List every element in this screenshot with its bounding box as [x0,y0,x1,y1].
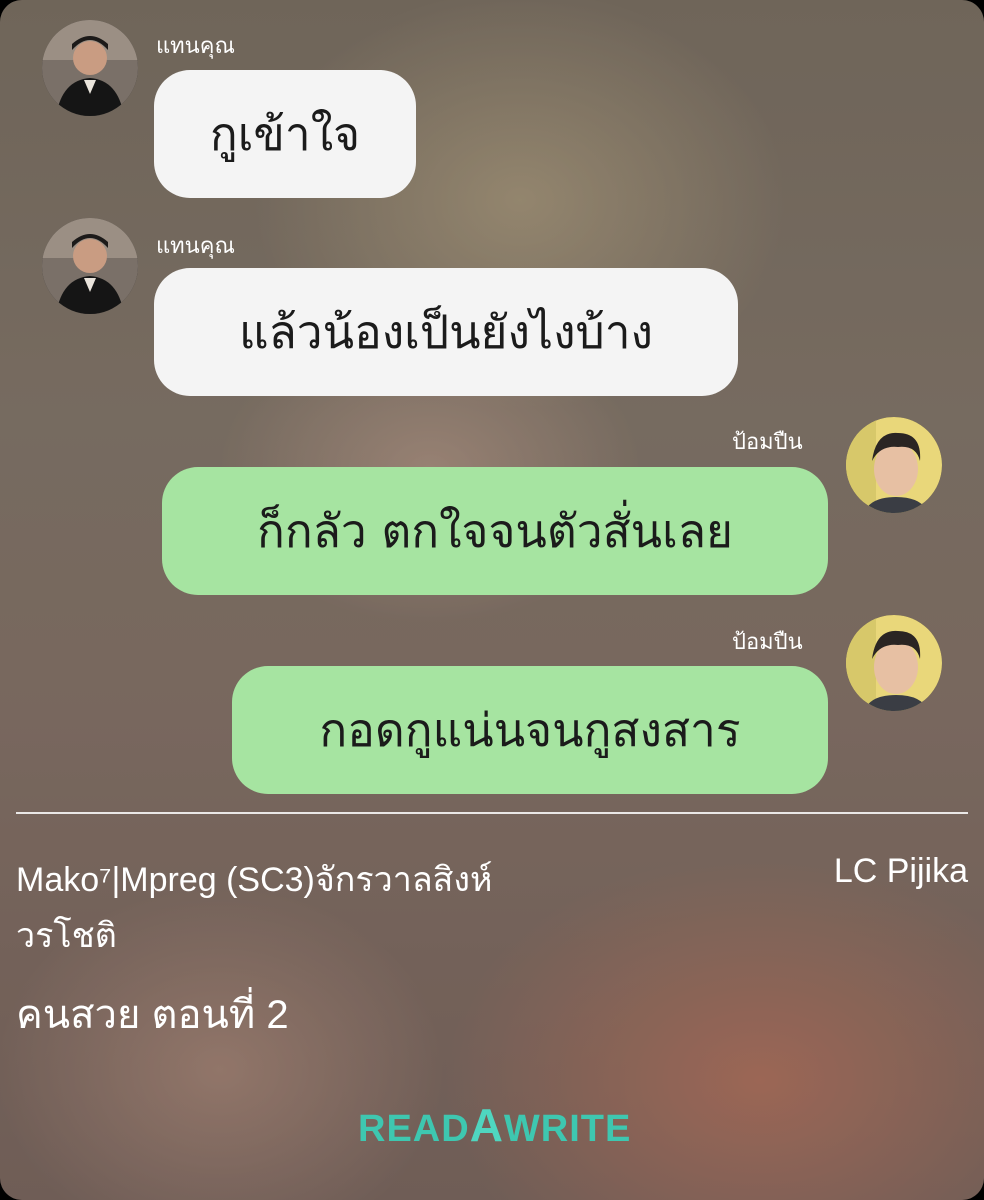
outgoing-bubble: กอดกูแน่นจนกูสงสาร [232,666,828,794]
sender-name: ป้อมปืน [732,630,803,655]
credit-label: LC Pijika [833,852,968,890]
avatar-pomphuen[interactable] [846,615,942,711]
story-title[interactable]: คนสวย ตอนที่ 2 [16,982,289,1046]
sender-name: แทนคุณ [156,34,235,59]
sender-name: ป้อมปืน [732,430,803,455]
avatar-pomphuen[interactable] [846,417,942,513]
outgoing-bubble: ก็กลัว ตกใจจนตัวสั่นเลย [162,467,828,595]
author-name[interactable]: Mako⁷|Mpreg (SC3)จักรวาลสิงห์ [16,852,492,906]
logo-part-a: A [469,1099,504,1151]
incoming-bubble: กูเข้าใจ [154,70,416,198]
avatar-tankhun[interactable] [42,20,138,116]
person-avatar-icon [846,615,942,711]
divider [16,812,968,814]
sender-name: แทนคุณ [156,234,235,259]
logo-part-write: WRITE [503,1108,632,1150]
person-avatar-icon [846,417,942,513]
readawrite-logo[interactable]: READAWRITE [358,1098,631,1152]
person-avatar-icon [42,218,138,314]
avatar-tankhun[interactable] [42,218,138,314]
incoming-bubble: แล้วน้องเป็นยังไงบ้าง [154,268,738,396]
chat-story-card: แทนคุณ กูเข้าใจ แทนคุณ แล้วน้องเป็นยังไง… [0,0,984,1200]
logo-part-read: READ [358,1108,470,1150]
person-avatar-icon [42,20,138,116]
author-name-continued: วรโชติ [16,917,117,955]
